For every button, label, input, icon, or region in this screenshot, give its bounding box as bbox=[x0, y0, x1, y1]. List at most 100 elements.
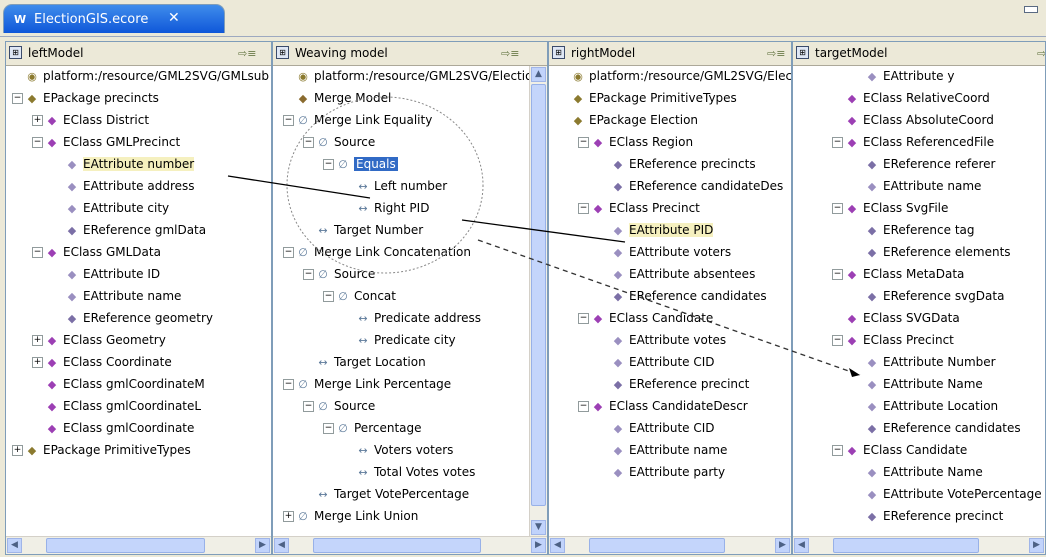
collapse-icon[interactable]: − bbox=[832, 269, 843, 280]
tree-item[interactable]: ◆ EPackage Election bbox=[571, 110, 698, 130]
expand-icon[interactable]: + bbox=[283, 511, 294, 522]
collapse-icon[interactable]: − bbox=[32, 137, 43, 148]
collapse-icon[interactable]: − bbox=[578, 401, 589, 412]
tree-item[interactable]: ↔ Right PID bbox=[356, 198, 429, 218]
tree-view[interactable]: ◆ EAttribute y ◆ EClass RelativeCoord ◆ EClas… bbox=[793, 66, 1045, 536]
tree-item[interactable]: ◆ EReference tag bbox=[865, 220, 975, 240]
tree-item[interactable]: ◆ EAttribute Name bbox=[865, 374, 983, 394]
tree-item[interactable]: ◆ EReference candidates bbox=[865, 418, 1021, 438]
tree-item[interactable]: − ∅ Equals bbox=[323, 154, 398, 174]
link-with-editor-icon[interactable]: ⇨≡ bbox=[238, 47, 256, 60]
tree-item[interactable]: ◆ EReference svgData bbox=[865, 286, 1005, 306]
tree-item[interactable]: ◆ EClass gmlCoordinate bbox=[45, 418, 195, 438]
tree-item[interactable]: ◆ EAttribute city bbox=[65, 198, 169, 218]
tree-item[interactable]: ◆ EAttribute CID bbox=[611, 352, 715, 372]
tree-view[interactable]: ◉ platform:/resource/GML2SVG/Election ◆ EPa… bbox=[549, 66, 791, 536]
tree-item[interactable]: − ◆ EClass Candidate bbox=[578, 308, 713, 328]
collapse-icon[interactable]: − bbox=[323, 423, 334, 434]
tree-item[interactable]: ◆ EReference precinct bbox=[611, 374, 750, 394]
collapse-icon[interactable]: − bbox=[832, 203, 843, 214]
scroll-right-icon[interactable]: ▶ bbox=[531, 538, 546, 553]
tree-item[interactable]: − ∅ Merge Link Percentage bbox=[283, 374, 451, 394]
tree-item[interactable]: − ◆ EClass SvgFile bbox=[832, 198, 948, 218]
tree-item[interactable]: ↔ Left number bbox=[356, 176, 447, 196]
scroll-left-icon[interactable]: ◀ bbox=[274, 538, 289, 553]
collapse-icon[interactable]: − bbox=[283, 247, 294, 258]
collapse-icon[interactable]: − bbox=[303, 401, 314, 412]
tree-item[interactable]: ◉ platform:/resource/GML2SVG/GMLsub bbox=[25, 66, 269, 86]
collapse-icon[interactable]: − bbox=[578, 137, 589, 148]
tree-item[interactable]: ◆ EAttribute CID bbox=[611, 418, 715, 438]
tree-item[interactable]: ◆ EReference referer bbox=[865, 154, 996, 174]
tree-item[interactable]: ◆ EAttribute y bbox=[865, 66, 955, 86]
collapse-icon[interactable]: − bbox=[303, 137, 314, 148]
tree-item[interactable]: ◆ EAttribute address bbox=[65, 176, 195, 196]
horizontal-scrollbar[interactable]: ◀ ▶ bbox=[273, 536, 547, 554]
tree-item[interactable]: ↔ Predicate address bbox=[356, 308, 481, 328]
scroll-left-icon[interactable]: ◀ bbox=[550, 538, 565, 553]
tree-item[interactable]: ◆ EAttribute voters bbox=[611, 242, 731, 262]
scroll-left-icon[interactable]: ◀ bbox=[7, 538, 22, 553]
tree-item[interactable]: ◉ platform:/resource/GML2SVG/ElectionG bbox=[296, 66, 547, 86]
scroll-down-icon[interactable]: ▼ bbox=[531, 520, 546, 535]
scroll-thumb[interactable] bbox=[46, 538, 205, 553]
vertical-scrollbar[interactable]: ▲ ▼ bbox=[529, 66, 547, 536]
tree-item[interactable]: ◆ Merge Model bbox=[296, 88, 392, 108]
scroll-thumb[interactable] bbox=[313, 538, 481, 553]
expand-icon[interactable]: + bbox=[32, 115, 43, 126]
collapse-icon[interactable]: − bbox=[32, 247, 43, 258]
tree-item[interactable]: ◆ EReference precinct bbox=[865, 506, 1004, 526]
tree-item[interactable]: − ∅ Merge Link Equality bbox=[283, 110, 432, 130]
horizontal-scrollbar[interactable]: ◀ ▶ bbox=[6, 536, 271, 554]
close-icon[interactable]: ✕ bbox=[168, 10, 180, 26]
tree-item[interactable]: ◆ EReference gmlData bbox=[65, 220, 206, 240]
tree-item[interactable]: ◆ EClass gmlCoordinateM bbox=[45, 374, 205, 394]
tree-item[interactable]: ◆ EAttribute name bbox=[865, 176, 982, 196]
tree-item[interactable]: ◆ EAttribute number bbox=[65, 154, 195, 174]
tree-item[interactable]: ◆ EClass AbsoluteCoord bbox=[845, 110, 994, 130]
link-with-editor-icon[interactable]: ⇨≡ bbox=[767, 47, 785, 60]
tree-item[interactable]: ◆ EAttribute PID bbox=[611, 220, 714, 240]
collapse-icon[interactable]: − bbox=[323, 291, 334, 302]
tree-item[interactable]: ◆ EReference geometry bbox=[65, 308, 213, 328]
tree-item[interactable]: + ◆ EClass Geometry bbox=[32, 330, 166, 350]
collapse-icon[interactable]: − bbox=[12, 93, 23, 104]
tree-item[interactable]: ◆ EAttribute Number bbox=[865, 352, 996, 372]
collapse-icon[interactable]: − bbox=[283, 115, 294, 126]
tree-item[interactable]: + ◆ EPackage PrimitiveTypes bbox=[12, 440, 191, 460]
tree-item[interactable]: + ◆ EClass District bbox=[32, 110, 149, 130]
link-with-editor-icon[interactable]: ⇨≡ bbox=[501, 47, 519, 60]
tree-item[interactable]: − ∅ Merge Link Concatenation bbox=[283, 242, 471, 262]
scroll-thumb[interactable] bbox=[833, 538, 979, 553]
tree-item[interactable]: − ∅ Concat bbox=[323, 286, 396, 306]
tree-item[interactable]: − ◆ EClass GMLData bbox=[32, 242, 161, 262]
scroll-thumb[interactable] bbox=[531, 84, 546, 506]
collapse-icon[interactable]: − bbox=[832, 335, 843, 346]
tree-item[interactable]: ◆ EAttribute name bbox=[65, 286, 182, 306]
tree-item[interactable]: − ◆ EClass ReferencedFile bbox=[832, 132, 994, 152]
tree-item[interactable]: ↔ Voters voters bbox=[356, 440, 453, 460]
tree-item[interactable]: ◆ EPackage PrimitiveTypes bbox=[571, 88, 737, 108]
scroll-left-icon[interactable]: ◀ bbox=[794, 538, 809, 553]
tree-item[interactable]: − ∅ Source bbox=[303, 132, 375, 152]
editor-tab[interactable]: W ElectionGIS.ecore ✕ bbox=[3, 4, 225, 33]
tree-item[interactable]: ◆ EAttribute Name bbox=[865, 462, 983, 482]
scroll-up-icon[interactable]: ▲ bbox=[531, 67, 546, 82]
scroll-right-icon[interactable]: ▶ bbox=[775, 538, 790, 553]
tree-item[interactable]: ◆ EAttribute name bbox=[611, 440, 728, 460]
tree-item[interactable]: ↔ Target Number bbox=[316, 220, 423, 240]
tree-item[interactable]: ◉ platform:/resource/GML2SVG/Election bbox=[571, 66, 791, 86]
horizontal-scrollbar[interactable]: ◀ ▶ bbox=[793, 536, 1045, 554]
tree-item[interactable]: − ∅ Source bbox=[303, 396, 375, 416]
tree-item[interactable]: ◆ EAttribute absentees bbox=[611, 264, 756, 284]
expand-icon[interactable]: + bbox=[32, 357, 43, 368]
tree-item[interactable]: − ◆ EPackage precincts bbox=[12, 88, 159, 108]
tree-item[interactable]: − ◆ EClass GMLPrecinct bbox=[32, 132, 180, 152]
tree-item[interactable]: ◆ EClass SVGData bbox=[845, 308, 960, 328]
tree-item[interactable]: ↔ Target VotePercentage bbox=[316, 484, 469, 504]
tree-item[interactable]: ◆ EClass gmlCoordinateL bbox=[45, 396, 201, 416]
tree-item[interactable]: ◆ EAttribute votes bbox=[611, 330, 726, 350]
tree-item[interactable]: − ◆ EClass Precinct bbox=[832, 330, 954, 350]
expand-icon[interactable]: + bbox=[32, 335, 43, 346]
tree-item[interactable]: + ◆ EClass Coordinate bbox=[32, 352, 172, 372]
